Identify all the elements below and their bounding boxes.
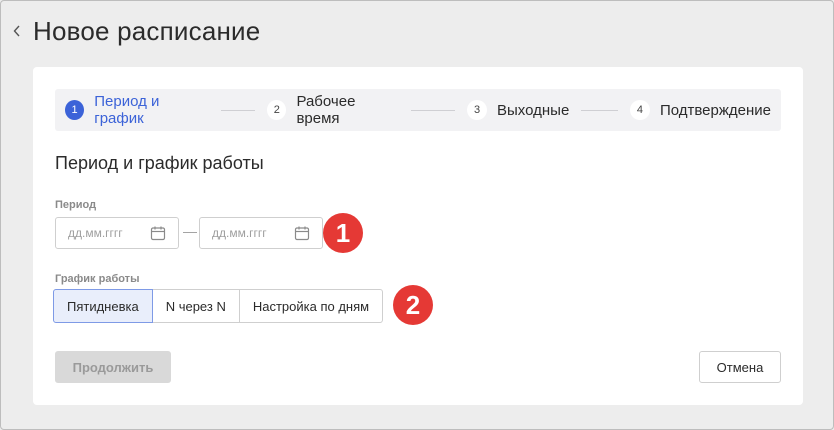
schedule-option-n-by-n[interactable]: N через N bbox=[151, 289, 240, 323]
step-label: Рабочее время bbox=[296, 93, 356, 127]
step-number: 3 bbox=[467, 100, 487, 120]
schedule-card: 1 Период и график 2 Рабочее время 3 Выхо… bbox=[33, 67, 803, 405]
calendar-icon bbox=[294, 226, 310, 241]
period-separator: — bbox=[183, 223, 197, 239]
period-end-placeholder: дд.мм.гггг bbox=[212, 226, 267, 240]
step-working-time[interactable]: 2 Рабочее время bbox=[267, 93, 398, 127]
app-frame: Новое расписание 1 Период и график 2 Раб… bbox=[0, 0, 834, 430]
step-days-off[interactable]: 3 Выходные bbox=[467, 100, 569, 120]
period-start-placeholder: дд.мм.гггг bbox=[68, 226, 123, 240]
stepper: 1 Период и график 2 Рабочее время 3 Выхо… bbox=[55, 89, 781, 131]
step-period[interactable]: 1 Период и график bbox=[65, 93, 209, 127]
page-title: Новое расписание bbox=[33, 15, 261, 46]
annotation-badge-1: 1 bbox=[323, 213, 363, 253]
cancel-button[interactable]: Отмена bbox=[699, 351, 781, 383]
schedule-option-custom-days[interactable]: Настройка по дням bbox=[238, 289, 384, 323]
period-label: Период bbox=[55, 199, 97, 211]
chevron-left-icon bbox=[13, 25, 20, 37]
step-confirmation[interactable]: 4 Подтверждение bbox=[629, 100, 771, 120]
step-number: 1 bbox=[65, 100, 85, 120]
step-label: Подтверждение bbox=[659, 101, 771, 119]
step-label: Период и график bbox=[94, 93, 160, 127]
continue-button[interactable]: Продолжить bbox=[55, 351, 171, 383]
page-header: Новое расписание bbox=[9, 13, 260, 49]
section-title: Период и график работы bbox=[55, 153, 264, 173]
period-start-input[interactable]: дд.мм.гггг bbox=[55, 217, 179, 249]
step-divider bbox=[410, 109, 455, 111]
step-divider bbox=[581, 109, 618, 111]
schedule-option-five-day[interactable]: Пятидневка bbox=[53, 289, 153, 323]
step-divider bbox=[220, 109, 256, 111]
schedule-label: График работы bbox=[55, 273, 140, 285]
calendar-icon bbox=[150, 226, 166, 241]
annotation-badge-2: 2 bbox=[393, 285, 433, 325]
schedule-type-selector: Пятидневка N через N Настройка по дням bbox=[53, 289, 384, 323]
step-number: 4 bbox=[629, 100, 650, 120]
step-number: 2 bbox=[267, 100, 287, 120]
back-button[interactable] bbox=[9, 16, 25, 46]
period-end-input[interactable]: дд.мм.гггг bbox=[199, 217, 323, 249]
step-label: Выходные bbox=[497, 101, 570, 119]
